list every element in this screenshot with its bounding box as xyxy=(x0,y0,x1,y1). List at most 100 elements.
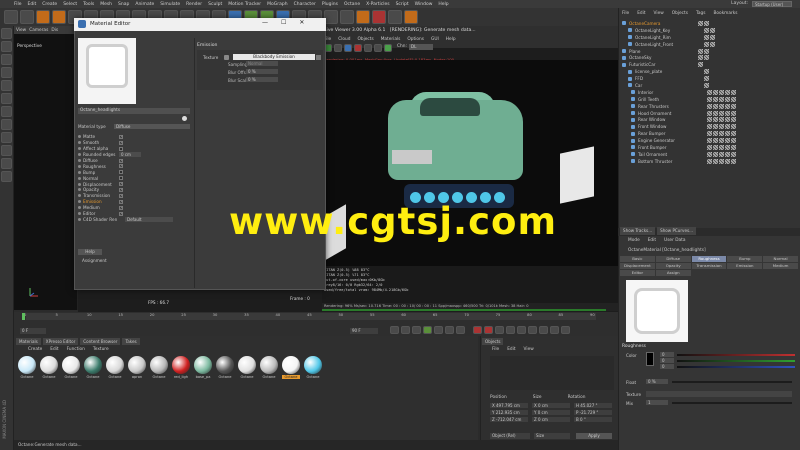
menu-item-octane[interactable]: Octane xyxy=(344,2,360,7)
material-tag-icon[interactable] xyxy=(719,158,724,164)
channel-checkbox[interactable]: ✓ xyxy=(119,187,123,192)
channel-toggle-icon[interactable] xyxy=(78,200,81,204)
menu-item-help[interactable]: Help xyxy=(438,2,448,7)
position-key-icon[interactable] xyxy=(506,326,515,334)
mm-menu-texture[interactable]: Texture xyxy=(93,347,109,352)
texture-menu-icon[interactable] xyxy=(224,55,229,60)
attr-tab-diffuse[interactable]: Diffuse xyxy=(655,256,691,262)
viewport-menu-cameras[interactable]: Cameras xyxy=(29,28,48,33)
restart-icon[interactable] xyxy=(334,44,342,52)
coordinate-field[interactable]: Z -712.047 cm xyxy=(490,417,528,422)
close-button[interactable]: ✕ xyxy=(299,19,304,26)
lv-menu-gui[interactable]: GUI xyxy=(431,37,439,42)
material-tag-icon[interactable] xyxy=(725,89,730,95)
material-tag-icon[interactable] xyxy=(710,41,715,47)
coordinate-field[interactable]: X 497.795 cm xyxy=(490,403,528,408)
material-tag-icon[interactable] xyxy=(725,131,730,137)
om-menu-objects[interactable]: Objects xyxy=(672,11,688,16)
material-item[interactable]: Octane xyxy=(40,356,58,379)
object-name[interactable]: OctaneLight_Rim xyxy=(635,35,703,40)
next-key-icon[interactable] xyxy=(445,326,454,334)
lock-workplane-icon[interactable] xyxy=(1,158,12,169)
timeline-menu-icon[interactable] xyxy=(561,326,570,334)
am-menu-mode[interactable]: Mode xyxy=(628,238,640,243)
mix-slider[interactable] xyxy=(672,402,792,404)
cm-menu-view[interactable]: View xyxy=(524,347,534,352)
material-tag-icon[interactable] xyxy=(719,89,724,95)
lv-menu-cloud[interactable]: Cloud xyxy=(338,37,350,42)
object-name[interactable]: Plane xyxy=(629,49,697,54)
material-tag-icon[interactable] xyxy=(731,103,736,109)
material-tag-icon[interactable] xyxy=(698,55,703,61)
object-name[interactable]: Bottom Thruster xyxy=(638,159,706,164)
menu-item-snap[interactable]: Snap xyxy=(118,2,129,7)
texture-slot[interactable] xyxy=(646,391,792,397)
material-tag-icon[interactable] xyxy=(719,138,724,144)
am-menu-edit[interactable]: Edit xyxy=(648,238,656,243)
menu-item-create[interactable]: Create xyxy=(42,2,57,7)
xparticles-icon[interactable] xyxy=(404,10,418,24)
attr-tab-transmission[interactable]: Transmission xyxy=(691,263,727,269)
object-row[interactable]: Plane xyxy=(620,48,798,55)
channel-checkbox[interactable]: ✓ xyxy=(119,182,123,187)
color-channel-slider[interactable] xyxy=(677,353,795,356)
material-sphere[interactable] xyxy=(282,356,300,374)
object-row[interactable]: Bottom Thruster xyxy=(620,158,798,165)
play-icon[interactable] xyxy=(423,326,432,334)
material-tag-icon[interactable] xyxy=(704,82,709,88)
coordinate-field[interactable]: H 45.027 ° xyxy=(574,403,612,408)
attr-tab-emission[interactable]: Emission xyxy=(727,263,763,269)
tab-show-pcurves[interactable]: Show PCurves... xyxy=(657,227,697,235)
object-name[interactable]: Rear Thrusters xyxy=(638,104,706,109)
autokey-icon[interactable] xyxy=(484,326,493,334)
rotation-key-icon[interactable] xyxy=(517,326,526,334)
attr-tab-roughness[interactable]: Roughness xyxy=(691,256,727,262)
lv-menu-options[interactable]: Options xyxy=(407,37,424,42)
menu-item-sculpt[interactable]: Sculpt xyxy=(208,2,222,7)
material-tag-icon[interactable] xyxy=(698,62,703,68)
object-name[interactable]: Car xyxy=(635,83,703,88)
material-tag-icon[interactable] xyxy=(713,124,718,130)
channel-checkbox[interactable] xyxy=(119,170,123,175)
channel-checkbox[interactable]: ✓ xyxy=(119,211,123,216)
material-item[interactable]: Octane xyxy=(260,356,278,379)
material-sphere[interactable] xyxy=(304,356,322,374)
light-icon[interactable] xyxy=(340,10,354,24)
channel-value-field[interactable]: 0 cm xyxy=(119,152,141,158)
object-row[interactable]: OctaneLight_Rim xyxy=(620,34,798,41)
material-item[interactable]: Octane xyxy=(304,356,322,379)
material-sphere[interactable] xyxy=(260,356,278,374)
channel-toggle-icon[interactable] xyxy=(78,212,81,216)
region-icon[interactable] xyxy=(364,44,372,52)
record-icon[interactable] xyxy=(473,326,482,334)
octane-icon[interactable] xyxy=(388,10,402,24)
material-name-field[interactable]: Octane_headlights xyxy=(78,108,190,114)
material-item[interactable]: Octane xyxy=(216,356,234,379)
tweak-mode-icon[interactable] xyxy=(1,132,12,143)
material-tag-icon[interactable] xyxy=(707,96,712,102)
make-editable-icon[interactable] xyxy=(1,28,12,39)
object-row[interactable]: Engine Generator xyxy=(620,137,798,144)
material-tag-icon[interactable] xyxy=(731,144,736,150)
cm-menu-edit[interactable]: Edit xyxy=(507,347,515,352)
material-sphere[interactable] xyxy=(128,356,146,374)
material-item[interactable]: Octane xyxy=(150,356,168,379)
material-item[interactable]: Octane xyxy=(282,356,300,379)
coordinate-field[interactable]: B 0 ° xyxy=(574,417,612,422)
minimize-button[interactable]: — xyxy=(262,19,268,26)
material-tag-icon[interactable] xyxy=(710,34,715,40)
attr-tab-normal[interactable]: Normal xyxy=(763,256,798,262)
material-tag-icon[interactable] xyxy=(713,117,718,123)
menu-item-window[interactable]: Window xyxy=(415,2,433,7)
material-tag-icon[interactable] xyxy=(713,158,718,164)
edges-mode-icon[interactable] xyxy=(1,93,12,104)
channel-checkbox[interactable]: ✓ xyxy=(119,164,123,169)
sampling-select[interactable]: Normal xyxy=(246,61,278,66)
tab-show-tracks[interactable]: Show Tracks... xyxy=(620,227,656,235)
channel-checkbox[interactable]: ✓ xyxy=(119,140,123,145)
float-field[interactable]: 0 % xyxy=(646,379,668,384)
om-menu-bookmarks[interactable]: Bookmarks xyxy=(713,11,737,16)
object-row[interactable]: license_plate xyxy=(620,68,798,75)
menu-item-mograph[interactable]: MoGraph xyxy=(267,2,287,7)
material-sphere[interactable] xyxy=(194,356,212,374)
